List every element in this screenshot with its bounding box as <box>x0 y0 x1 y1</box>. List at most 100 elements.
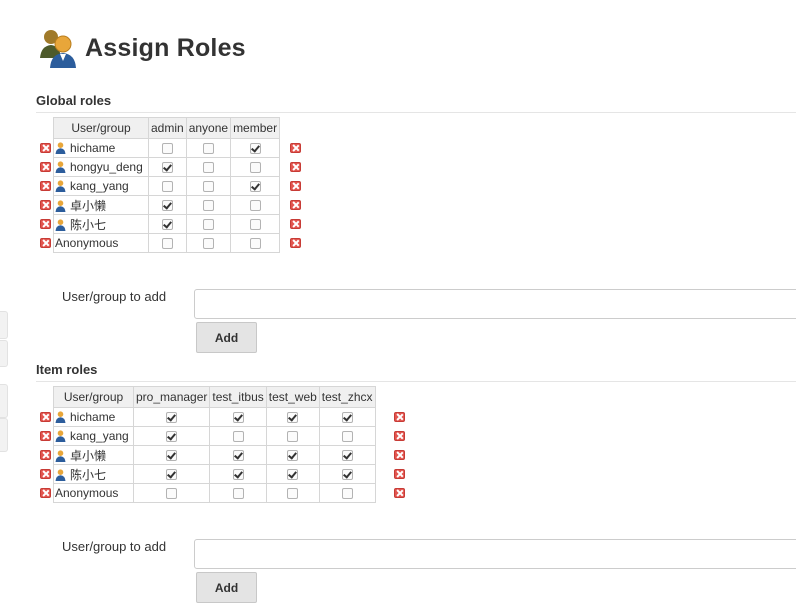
role-checkbox-test-zhcx[interactable] <box>341 488 353 500</box>
delete-row-right-icon[interactable] <box>394 469 405 479</box>
role-checkbox-admin[interactable] <box>161 162 173 174</box>
table-header-row: User/group pro_manager test_itbus test_web t… <box>53 386 376 408</box>
role-cell <box>230 176 281 196</box>
role-checkbox-test-zhcx[interactable] <box>341 431 353 443</box>
delete-row-left-icon[interactable] <box>40 162 51 172</box>
role-checkbox-pro-manager[interactable] <box>166 469 178 481</box>
delete-row-left-icon[interactable] <box>40 469 51 479</box>
table-row: 陈小七 <box>53 214 281 234</box>
delete-row-right-icon[interactable] <box>290 238 301 248</box>
delete-row-right-icon[interactable] <box>394 412 405 422</box>
table-row: 卓小懒 <box>53 445 376 465</box>
user-group-name: kang_yang <box>70 179 129 193</box>
delete-row-left-icon[interactable] <box>40 488 51 498</box>
role-cell <box>230 138 281 158</box>
role-checkbox-pro-manager[interactable] <box>166 412 178 424</box>
role-checkbox-anyone[interactable] <box>202 219 214 231</box>
side-panel-tab[interactable] <box>0 418 8 452</box>
global-roles-divider <box>36 112 796 113</box>
user-icon <box>55 468 66 481</box>
delete-row-right-icon[interactable] <box>290 181 301 191</box>
item-roles-table: User/group pro_manager test_itbus test_web t… <box>53 386 376 503</box>
delete-row-right-icon[interactable] <box>290 200 301 210</box>
table-header-row: User/group admin anyone member <box>53 117 281 139</box>
global-user-group-input[interactable] <box>194 289 796 319</box>
user-group-cell: 卓小懒 <box>53 195 149 215</box>
role-cell <box>265 445 320 465</box>
role-checkbox-pro-manager[interactable] <box>166 450 178 462</box>
user-group-cell: 陈小七 <box>53 214 149 234</box>
delete-row-left-icon[interactable] <box>40 181 51 191</box>
delete-row-right-icon[interactable] <box>394 450 405 460</box>
delete-row-left-icon[interactable] <box>40 412 51 422</box>
role-checkbox-test-itbus[interactable] <box>232 431 244 443</box>
column-header-test-web: test_web <box>265 386 320 408</box>
role-cell <box>209 407 267 427</box>
user-group-name: kang_yang <box>70 429 129 443</box>
role-checkbox-member[interactable] <box>249 200 261 212</box>
role-checkbox-member[interactable] <box>249 181 261 193</box>
role-checkbox-admin[interactable] <box>161 238 173 250</box>
role-cell <box>185 233 232 253</box>
role-checkbox-test-web[interactable] <box>287 431 299 443</box>
delete-row-right-icon[interactable] <box>394 488 405 498</box>
role-checkbox-pro-manager[interactable] <box>166 488 178 500</box>
role-checkbox-admin[interactable] <box>161 181 173 193</box>
role-cell <box>209 464 267 484</box>
delete-row-left-icon[interactable] <box>40 450 51 460</box>
role-checkbox-test-web[interactable] <box>287 469 299 481</box>
side-panel-tab[interactable] <box>0 340 8 367</box>
user-group-name: Anonymous <box>55 486 119 500</box>
role-checkbox-test-web[interactable] <box>287 412 299 424</box>
delete-row-right-icon[interactable] <box>394 431 405 441</box>
role-checkbox-member[interactable] <box>249 238 261 250</box>
delete-row-left-icon[interactable] <box>40 200 51 210</box>
delete-row-left-icon[interactable] <box>40 238 51 248</box>
role-checkbox-member[interactable] <box>249 219 261 231</box>
role-checkbox-test-itbus[interactable] <box>232 450 244 462</box>
delete-row-left-icon[interactable] <box>40 431 51 441</box>
user-group-cell: hichame <box>53 138 149 158</box>
role-checkbox-anyone[interactable] <box>202 162 214 174</box>
user-group-cell: kang_yang <box>53 176 149 196</box>
role-checkbox-test-zhcx[interactable] <box>341 412 353 424</box>
role-checkbox-admin[interactable] <box>161 143 173 155</box>
role-checkbox-admin[interactable] <box>161 200 173 212</box>
global-add-button[interactable]: Add <box>196 322 257 353</box>
role-checkbox-test-zhcx[interactable] <box>341 469 353 481</box>
role-checkbox-anyone[interactable] <box>202 200 214 212</box>
delete-row-right-icon[interactable] <box>290 219 301 229</box>
side-panel-tab[interactable] <box>0 384 8 418</box>
item-user-group-input[interactable] <box>194 539 796 569</box>
role-checkbox-test-itbus[interactable] <box>232 412 244 424</box>
user-group-cell: Anonymous <box>53 233 149 253</box>
user-group-name: hichame <box>70 141 116 155</box>
role-checkbox-anyone[interactable] <box>202 181 214 193</box>
item-add-button[interactable]: Add <box>196 572 257 603</box>
global-roles-title: Global roles <box>36 93 112 108</box>
delete-row-right-icon[interactable] <box>290 143 301 153</box>
role-cell <box>230 214 281 234</box>
delete-row-right-icon[interactable] <box>290 162 301 172</box>
role-checkbox-anyone[interactable] <box>202 143 214 155</box>
side-panel-tab[interactable] <box>0 311 8 339</box>
role-checkbox-test-web[interactable] <box>287 450 299 462</box>
role-checkbox-test-itbus[interactable] <box>232 488 244 500</box>
role-checkbox-pro-manager[interactable] <box>166 431 178 443</box>
role-cell <box>132 445 211 465</box>
column-header-test-zhcx: test_zhcx <box>318 386 376 408</box>
column-header-user-group: User/group <box>53 117 149 139</box>
role-checkbox-test-zhcx[interactable] <box>341 450 353 462</box>
role-checkbox-test-web[interactable] <box>287 488 299 500</box>
table-row: Anonymous <box>53 233 281 253</box>
role-checkbox-member[interactable] <box>249 162 261 174</box>
role-checkbox-test-itbus[interactable] <box>232 469 244 481</box>
user-group-cell: kang_yang <box>53 426 134 446</box>
role-checkbox-member[interactable] <box>249 143 261 155</box>
role-checkbox-admin[interactable] <box>161 219 173 231</box>
role-cell <box>185 157 232 177</box>
user-icon <box>55 199 66 212</box>
delete-row-left-icon[interactable] <box>40 219 51 229</box>
role-checkbox-anyone[interactable] <box>202 238 214 250</box>
delete-row-left-icon[interactable] <box>40 143 51 153</box>
